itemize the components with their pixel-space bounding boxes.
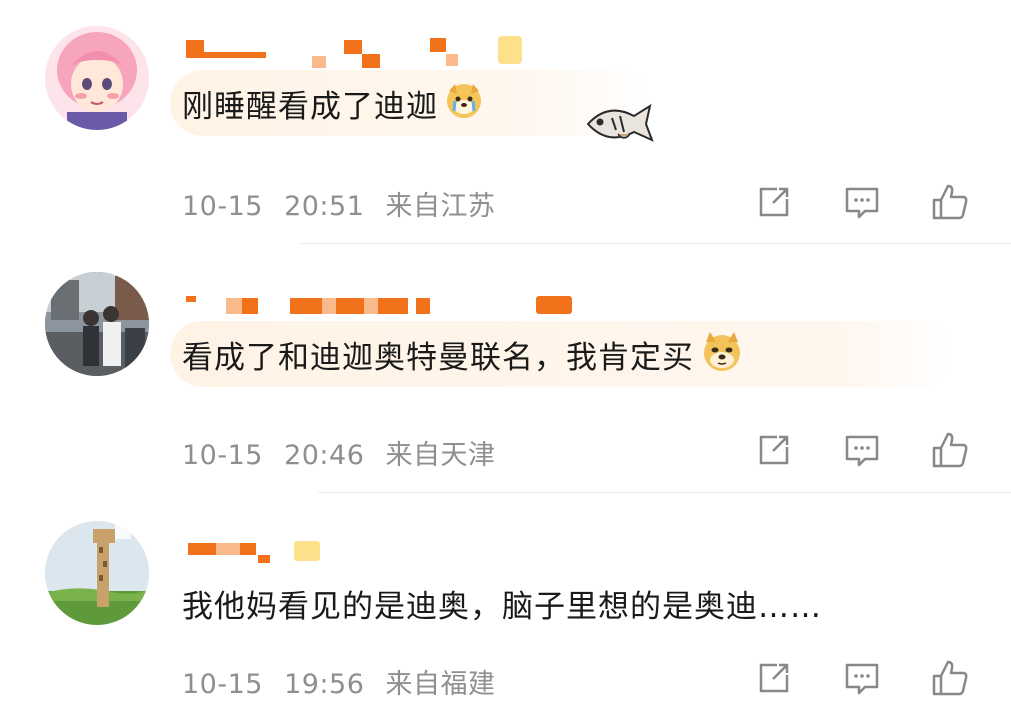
user-avatar[interactable]: [45, 521, 149, 625]
comment-date: 10-15: [182, 669, 263, 700]
anime-girl-avatar-icon: [45, 26, 149, 130]
user-avatar[interactable]: [45, 272, 149, 376]
share-icon: [759, 187, 789, 217]
comment-meta: 10-15 19:56 来自福建: [182, 662, 495, 701]
divider: [318, 492, 1011, 493]
comment-icon: [845, 663, 879, 695]
reply-button[interactable]: [840, 180, 884, 224]
crying-dog-emoji-icon: [444, 81, 484, 125]
share-button[interactable]: [752, 428, 796, 472]
comment-date: 10-15: [182, 191, 263, 222]
comment-icon: [845, 435, 879, 467]
vip-badge: [498, 36, 522, 64]
comment-time: 19:56: [284, 669, 365, 700]
share-icon: [759, 663, 789, 693]
comment-location: 来自天津: [385, 440, 496, 471]
doge-emoji-icon: [700, 330, 744, 378]
like-button[interactable]: [928, 180, 972, 224]
username-obscured[interactable]: [182, 539, 382, 569]
comment-text: 看成了和迪迦奥特曼联名，我肯定买: [182, 339, 694, 376]
comment-actions: [752, 180, 972, 224]
reply-button[interactable]: [840, 656, 884, 700]
comment-icon: [845, 187, 879, 219]
divider: [300, 243, 1011, 244]
username-obscured[interactable]: [182, 292, 582, 322]
thumbs-up-icon: [932, 184, 968, 220]
comment-time: 20:51: [284, 191, 365, 222]
vip-badge: [294, 541, 320, 561]
comment-location: 来自江苏: [385, 191, 496, 222]
comment-meta: 10-15 20:51 来自江苏: [182, 184, 495, 223]
share-button[interactable]: [752, 180, 796, 224]
comment-location: 来自福建: [385, 669, 496, 700]
comment-meta: 10-15 20:46 来自天津: [182, 433, 495, 472]
share-icon: [759, 435, 789, 465]
vip-badge: [536, 296, 572, 314]
thumbs-up-icon: [932, 432, 968, 468]
like-button[interactable]: [928, 656, 972, 700]
like-button[interactable]: [928, 428, 972, 472]
giraffe-avatar-icon: [45, 521, 149, 625]
comment-text-row: 我他妈看见的是迪奥，脑子里想的是奥迪……: [170, 570, 982, 636]
thumbs-up-icon: [932, 660, 968, 696]
comment-actions: [752, 428, 972, 472]
comment-text-highlight: 看成了和迪迦奥特曼联名，我肯定买: [170, 321, 952, 387]
fish-sticker-icon: [580, 100, 654, 150]
user-avatar[interactable]: [45, 26, 149, 130]
comment-text: 刚睡醒看成了迪迦: [182, 88, 438, 125]
reply-button[interactable]: [840, 428, 884, 472]
share-button[interactable]: [752, 656, 796, 700]
username-obscured[interactable]: [182, 36, 542, 68]
comment-date: 10-15: [182, 440, 263, 471]
comment-text: 我他妈看见的是迪奥，脑子里想的是奥迪……: [182, 588, 822, 625]
comment-actions: [752, 656, 972, 700]
street-photo-avatar-icon: [45, 272, 149, 376]
comment-time: 20:46: [284, 440, 365, 471]
